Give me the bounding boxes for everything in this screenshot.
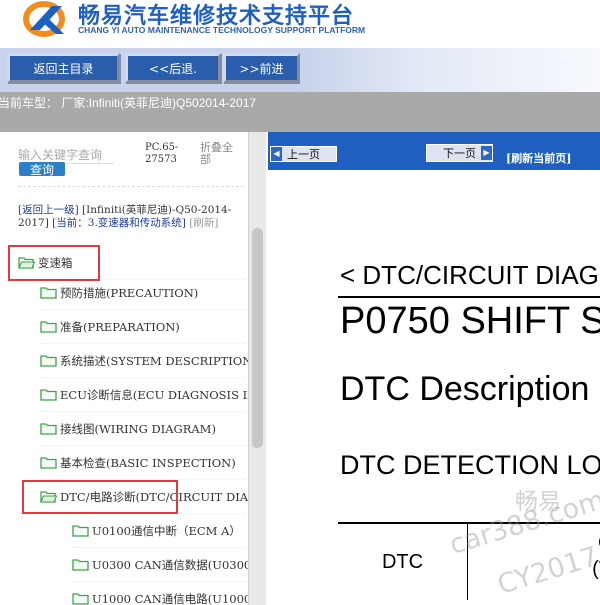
brand-subtitle: CHANG YI AUTO MAINTENANCE TECHNOLOGY SUP…	[78, 25, 366, 35]
next-page-label: 下一页	[443, 147, 476, 160]
sidebar: 查询 PC.65-27573 折叠全部 [返回上一级] [Infiniti(英菲…	[0, 132, 248, 605]
watermark-text: 畅易	[515, 489, 561, 515]
folder-icon	[72, 593, 89, 605]
prev-page-button[interactable]: ◀ 上一页	[270, 146, 337, 162]
folder-icon	[40, 457, 57, 469]
content-toolbar: ◀ 上一页 下一页 ▶ [刷新当前页]	[268, 132, 600, 170]
folder-icon	[40, 355, 57, 367]
folder-icon	[40, 321, 57, 333]
document-subheading: DTC DETECTION LOGIC	[340, 450, 600, 480]
main-nav: 返回主目录 <<后退. >>前进	[0, 48, 600, 92]
sidebar-scrollbar[interactable]	[248, 132, 266, 605]
highlight-box	[8, 245, 100, 281]
tree-item-label: U1000 CAN通信电路(U1000 CAN COMM CIRCUIT)	[92, 591, 248, 605]
tree-item-precaution[interactable]: 预防措施(PRECAUTION)	[40, 276, 246, 310]
document-section-label: < DTC/CIRCUIT DIAGNOSIS >	[340, 260, 600, 290]
next-page-button[interactable]: 下一页 ▶	[426, 144, 493, 162]
document-heading: DTC Description	[340, 370, 590, 408]
breadcrumb-refresh-link[interactable]: [刷新]	[189, 217, 218, 229]
tree-item-label: 基本检查(BASIC INSPECTION)	[60, 455, 236, 470]
current-vehicle: 当前车型： 厂家:Infiniti(英菲尼迪)Q502014-2017	[0, 96, 257, 110]
tree-item-u1000[interactable]: U1000 CAN通信电路(U1000 CAN COMM CIRCUIT)	[72, 582, 248, 605]
dtc-table: DTC CO (Tro	[338, 522, 600, 605]
table-header-line: (Tro	[592, 558, 600, 580]
folder-icon	[72, 559, 89, 571]
breadcrumb: [返回上一级] [Infiniti(英菲尼迪)-Q50-2014-2017] […	[18, 204, 246, 230]
folder-icon	[72, 525, 89, 537]
search-button[interactable]: 查询	[19, 162, 65, 177]
divider	[338, 296, 600, 298]
brand-logo-icon	[23, 1, 65, 37]
document-title: P0750 SHIFT SOLENOID A	[340, 300, 600, 342]
breadcrumb-current: [当前：3.变速器和传动系统]	[52, 217, 186, 229]
table-header-dtc: DTC	[338, 524, 468, 600]
arrow-right-icon: ▶	[481, 146, 492, 160]
tree-item-label: U0300 CAN通信数据(U0300 INTERNAL CONTROL MOD…	[92, 557, 248, 572]
tree-item-label: 系统描述(SYSTEM DESCRIPTION)	[60, 353, 248, 368]
folder-icon	[40, 423, 57, 435]
tree-item-label: ECU诊断信息(ECU DIAGNOSIS INFORMATION)	[60, 387, 248, 402]
tree-item-u0300[interactable]: U0300 CAN通信数据(U0300 INTERNAL CONTROL MOD…	[72, 548, 248, 582]
tree-item-label: 接线图(WIRING DIAGRAM)	[60, 421, 216, 436]
collapse-all-link[interactable]: 折叠全部	[200, 142, 240, 166]
folder-icon	[40, 389, 57, 401]
vehicle-bar: 当前车型： 厂家:Infiniti(英菲尼迪)Q502014-2017	[0, 92, 600, 132]
refresh-page-link[interactable]: [刷新当前页]	[506, 150, 571, 166]
tree-item-wiring-diagram[interactable]: 接线图(WIRING DIAGRAM)	[40, 412, 246, 446]
tree-item-label: 准备(PREPARATION)	[60, 319, 180, 334]
document-code: PC.65-27573	[145, 142, 179, 165]
tree-item-ecu-diagnosis[interactable]: ECU诊断信息(ECU DIAGNOSIS INFORMATION)	[40, 378, 248, 412]
folder-icon	[40, 287, 57, 299]
app-header: 畅易汽车维修技术支持平台 CHANG YI AUTO MAINTENANCE T…	[0, 0, 600, 48]
tree-item-label: U0100通信中断（ECM A）	[92, 523, 241, 538]
prev-page-label: 上一页	[287, 148, 320, 161]
arrow-left-icon: ◀	[271, 147, 282, 161]
table-header-line: CO	[468, 530, 600, 556]
tree-item-label: 预防措施(PRECAUTION)	[60, 285, 199, 300]
nav-bar-fill	[300, 48, 600, 92]
tree-item-u0100[interactable]: U0100通信中断（ECM A）	[72, 514, 246, 548]
tree-item-system-description[interactable]: 系统描述(SYSTEM DESCRIPTION)	[40, 344, 248, 378]
back-button[interactable]: <<后退.	[125, 53, 221, 83]
highlight-box	[22, 480, 178, 514]
tree-item-preparation[interactable]: 准备(PREPARATION)	[40, 310, 246, 344]
scrollbar-thumb[interactable]	[252, 228, 263, 448]
divider	[18, 186, 244, 187]
tree-item-basic-inspection[interactable]: 基本检查(BASIC INSPECTION)	[40, 446, 246, 480]
forward-button[interactable]: >>前进	[223, 53, 300, 83]
table-header-consult: CO (Tro	[468, 530, 600, 582]
home-button[interactable]: 返回主目录	[7, 53, 120, 83]
document-view: < DTC/CIRCUIT DIAGNOSIS > P0750 SHIFT SO…	[268, 170, 600, 605]
breadcrumb-up-link[interactable]: [返回上一级]	[18, 204, 79, 216]
